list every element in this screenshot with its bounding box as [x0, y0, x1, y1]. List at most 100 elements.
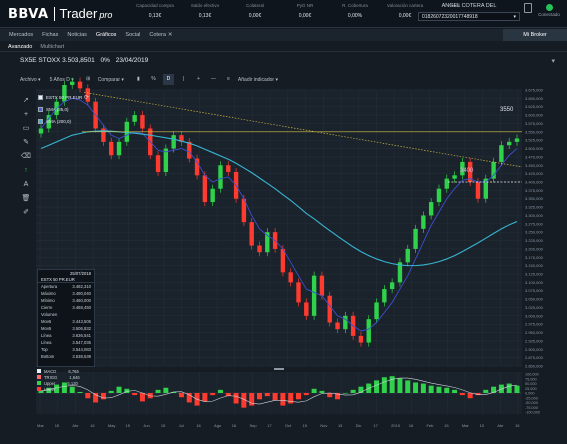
macd-bar — [413, 382, 419, 393]
macd-bar — [467, 393, 473, 399]
data-row: Mínimo 3.460,000 — [41, 298, 91, 303]
legend-sma35: SMA (35,0) — [38, 105, 82, 114]
level-label-low: 3400 — [460, 168, 474, 174]
x-tick-label: Jul — [179, 423, 184, 428]
macd-bar — [210, 393, 216, 396]
legend-swatch-sma35 — [38, 107, 43, 112]
y-tick-label: 3.350,000 — [525, 196, 544, 201]
indicator-y-tick-label: 25,000 — [525, 387, 537, 391]
macd-bar — [459, 393, 465, 396]
candle-body — [202, 175, 208, 203]
candle-body — [155, 155, 161, 172]
x-tick-label: Dic — [356, 423, 362, 428]
candle-body — [109, 141, 114, 156]
macd-bar — [100, 393, 106, 400]
macd-bar — [452, 389, 458, 393]
candle-body — [132, 115, 137, 122]
candle-body — [304, 302, 309, 316]
indicator-y-tick-label: 50,000 — [525, 382, 537, 386]
macd-bar — [155, 389, 161, 393]
candle-body — [389, 282, 395, 290]
x-tick-label: 2019 — [391, 423, 401, 428]
x-tick-label: 16 — [90, 423, 95, 428]
x-tick-label: 15 — [444, 423, 449, 428]
y-tick-label: 3.625,000 — [525, 104, 544, 109]
y-tick-label: 3.675,000 — [525, 88, 544, 93]
y-tick-label: 3.475,000 — [525, 154, 544, 159]
x-tick-label: Oct — [285, 423, 292, 428]
candle-body — [374, 302, 379, 320]
macd-bar — [163, 387, 169, 393]
y-tick-label: 2.975,000 — [525, 322, 544, 327]
candle-body — [187, 141, 192, 159]
macd-bar — [116, 386, 122, 393]
candle-body — [210, 188, 215, 203]
candle-body — [288, 272, 293, 283]
candle-body — [405, 248, 410, 263]
x-tick-label: Feb — [426, 423, 434, 428]
y-tick-label: 3.500,000 — [525, 146, 544, 151]
candle-body — [140, 115, 145, 129]
macd-bar — [178, 393, 184, 398]
macd-bar — [311, 388, 317, 393]
y-tick-label: 3.325,000 — [525, 205, 544, 210]
candle-body — [421, 215, 426, 229]
x-tick-label: 17 — [267, 423, 272, 428]
data-row: Máximo 3.490,040 — [41, 291, 91, 296]
candle-body — [77, 81, 83, 89]
candle-body — [413, 228, 418, 249]
indicator-y-tick-label: 75,000 — [525, 377, 537, 381]
x-tick-label: 16 — [232, 423, 237, 428]
x-tick-label: Abr — [497, 423, 504, 428]
x-tick-label: Mar — [37, 423, 45, 428]
x-tick-label: 15 — [480, 423, 485, 428]
y-tick-label: 3.450,000 — [525, 163, 544, 168]
y-tick-label: 2.900,000 — [525, 347, 544, 352]
refresh-icon[interactable]: ⟳ — [84, 94, 89, 101]
data-row: Volumen — [41, 312, 58, 317]
candle-body — [514, 138, 520, 142]
candle-body — [358, 335, 364, 343]
macd-bar — [491, 386, 497, 393]
candle-body — [257, 245, 262, 253]
data-row: Mov5 3.506,832 — [41, 326, 91, 331]
y-tick-label: 3.025,000 — [525, 305, 544, 310]
x-tick-label: Mar — [462, 423, 470, 428]
y-tick-label: 3.000,000 — [525, 313, 544, 318]
macd-bar — [436, 386, 442, 393]
indicator-legend: MACD 6,765 TRIGG 1,646 Upper 5,120 Lower — [37, 368, 89, 392]
legend-swatch-sma200 — [38, 119, 43, 124]
ind-swatch — [37, 381, 41, 385]
candle-body — [475, 182, 481, 199]
y-tick-label: 3.650,000 — [525, 96, 544, 101]
macd-bar — [374, 380, 380, 393]
candle-body — [366, 319, 371, 343]
macd-bar — [272, 393, 278, 401]
indicator-y-tick-label: 0,000 — [525, 392, 535, 396]
y-tick-label: 3.100,000 — [525, 280, 544, 285]
y-tick-label: 2.875,000 — [525, 355, 544, 360]
x-tick-label: Jun — [143, 423, 149, 428]
y-tick-label: 3.375,000 — [525, 188, 544, 193]
data-row: Top 3.544,083 — [41, 347, 91, 352]
macd-bar — [296, 393, 302, 400]
macd-bar — [342, 393, 348, 394]
x-tick-label: Nov — [320, 423, 327, 428]
macd-bar — [108, 390, 114, 393]
candle-body — [343, 315, 348, 330]
x-tick-label: 15 — [338, 423, 343, 428]
x-tick-label: 15 — [515, 423, 520, 428]
data-row: Mov5 3.443,505 — [41, 319, 91, 324]
y-tick-label: 3.075,000 — [525, 288, 544, 293]
candle-body — [327, 295, 332, 323]
y-tick-label: 3.575,000 — [525, 121, 544, 126]
candle-body — [444, 178, 449, 189]
x-tick-label: 15 — [55, 423, 60, 428]
macd-bar — [264, 393, 270, 397]
candle-body — [296, 282, 301, 303]
y-tick-label: 3.300,000 — [525, 213, 544, 218]
macd-bar — [132, 393, 138, 396]
macd-bar — [483, 389, 489, 393]
y-tick-label: 3.275,000 — [525, 221, 544, 226]
candle-body — [218, 165, 223, 189]
